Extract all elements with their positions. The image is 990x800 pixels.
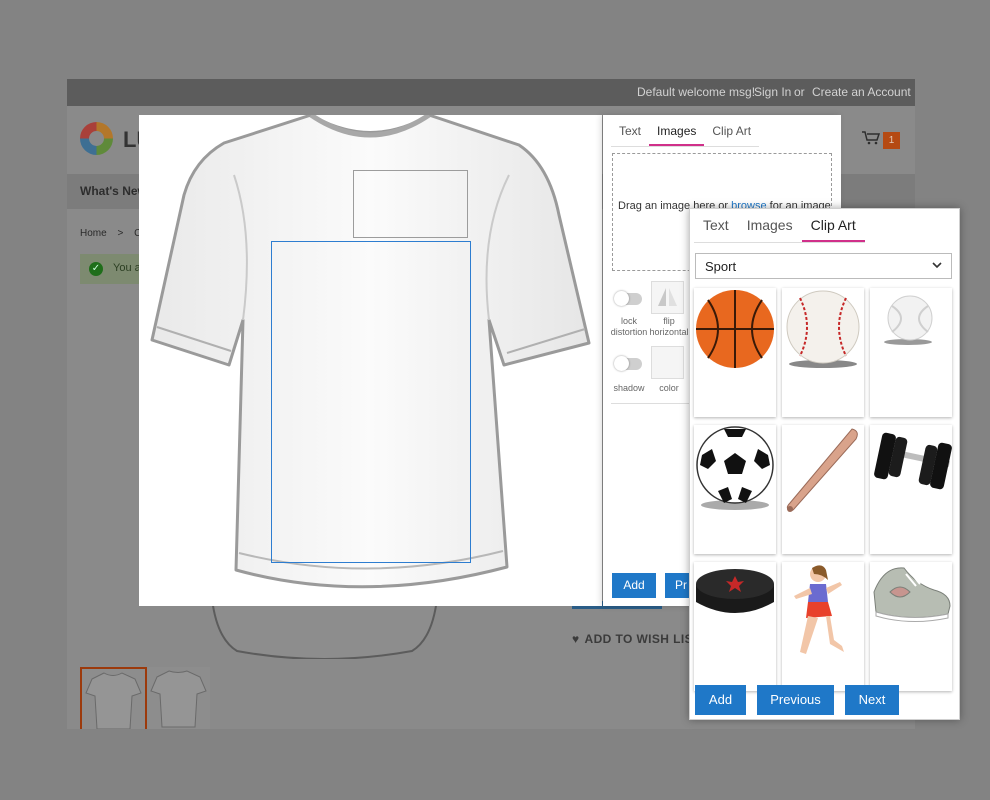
sign-in-link[interactable]: Sign In: [754, 85, 791, 99]
clipart-item-hockey-puck[interactable]: [694, 562, 776, 691]
check-icon: ✓: [89, 262, 103, 276]
print-area-main[interactable]: [271, 241, 471, 563]
baseball-icon: [786, 290, 860, 368]
product-image-shirt: [211, 599, 438, 659]
chevron-down-icon: [932, 262, 942, 269]
shadow-toggle[interactable]: [614, 356, 642, 371]
product-thumbnail-front[interactable]: [80, 667, 147, 729]
basketball-icon: [696, 290, 774, 368]
divider: [611, 403, 697, 404]
print-area-secondary[interactable]: [353, 170, 468, 238]
breadcrumb: Home > C: [80, 228, 141, 239]
tennis-ball-icon: [884, 295, 933, 345]
breadcrumb-home[interactable]: Home: [80, 228, 107, 239]
tab-images[interactable]: Images: [738, 209, 802, 242]
runner-icon: [794, 565, 844, 654]
heart-icon: ♥: [572, 632, 580, 646]
images-panel-tabs: Text Images Clip Art: [611, 117, 760, 147]
wishlist-label: ADD TO WISH LIST: [584, 632, 701, 646]
clipart-category-select[interactable]: Sport: [695, 253, 952, 279]
clipart-grid: [694, 288, 956, 691]
lock-distortion-label: lock distortion: [610, 316, 648, 337]
store-logo-icon[interactable]: [80, 122, 113, 155]
clipart-item-baseball[interactable]: [782, 288, 864, 417]
tab-text[interactable]: Text: [611, 117, 649, 146]
nav-item-whats-new[interactable]: What's New: [80, 184, 147, 198]
clipart-item-soccer-ball[interactable]: [694, 425, 776, 554]
clipart-panel: Text Images Clip Art Sport Add Previous …: [689, 208, 960, 720]
tab-clip-art[interactable]: Clip Art: [704, 117, 759, 146]
next-page-button[interactable]: Next: [845, 685, 899, 715]
clipart-item-sneaker[interactable]: [870, 562, 952, 691]
clipart-panel-tabs: Text Images Clip Art: [694, 209, 865, 243]
tab-images[interactable]: Images: [649, 117, 705, 146]
cart-count-badge: 1: [883, 132, 900, 149]
color-swatch-button[interactable]: [651, 346, 684, 379]
lock-distortion-toggle[interactable]: [614, 291, 642, 306]
shadow-label: shadow: [613, 383, 645, 393]
cart-icon[interactable]: [862, 131, 880, 145]
tab-text[interactable]: Text: [694, 209, 738, 242]
create-account-link[interactable]: Create an Account: [812, 85, 911, 99]
clipart-item-tennis-ball[interactable]: [870, 288, 952, 417]
clipart-item-dumbbell[interactable]: [870, 425, 952, 554]
previous-page-button[interactable]: Previous: [757, 685, 834, 715]
dumbbell-icon: [874, 432, 952, 490]
add-clipart-button[interactable]: Add: [695, 685, 746, 715]
add-image-button[interactable]: Add: [612, 573, 656, 598]
store-top-bar: Default welcome msg! Sign In or Create a…: [67, 79, 915, 106]
clipart-item-baseball-bat[interactable]: [782, 425, 864, 554]
breadcrumb-separator-icon: >: [117, 228, 124, 239]
soccer-ball-icon: [696, 426, 774, 510]
tshirt-front-icon: [85, 672, 142, 729]
tab-clip-art[interactable]: Clip Art: [801, 209, 865, 242]
hockey-puck-icon: [696, 569, 774, 613]
success-message-text: You a: [113, 262, 141, 274]
clipart-item-runner[interactable]: [782, 562, 864, 691]
flip-horizontal-icon: [658, 288, 677, 306]
tshirt-back-icon: [150, 670, 207, 728]
or-text: or: [794, 85, 805, 99]
add-to-wishlist-link[interactable]: ♥ ADD TO WISH LIST: [572, 632, 701, 646]
color-label: color: [659, 383, 679, 393]
clipart-item-basketball[interactable]: [694, 288, 776, 417]
flip-horizontal-label: flip horizontal: [649, 316, 689, 337]
welcome-message: Default welcome msg!: [637, 85, 756, 99]
sneaker-icon: [873, 567, 951, 623]
flip-horizontal-button[interactable]: [651, 281, 684, 314]
baseball-bat-icon: [786, 428, 858, 512]
category-select-value: Sport: [705, 259, 737, 274]
product-thumbnail-back[interactable]: [147, 667, 210, 729]
